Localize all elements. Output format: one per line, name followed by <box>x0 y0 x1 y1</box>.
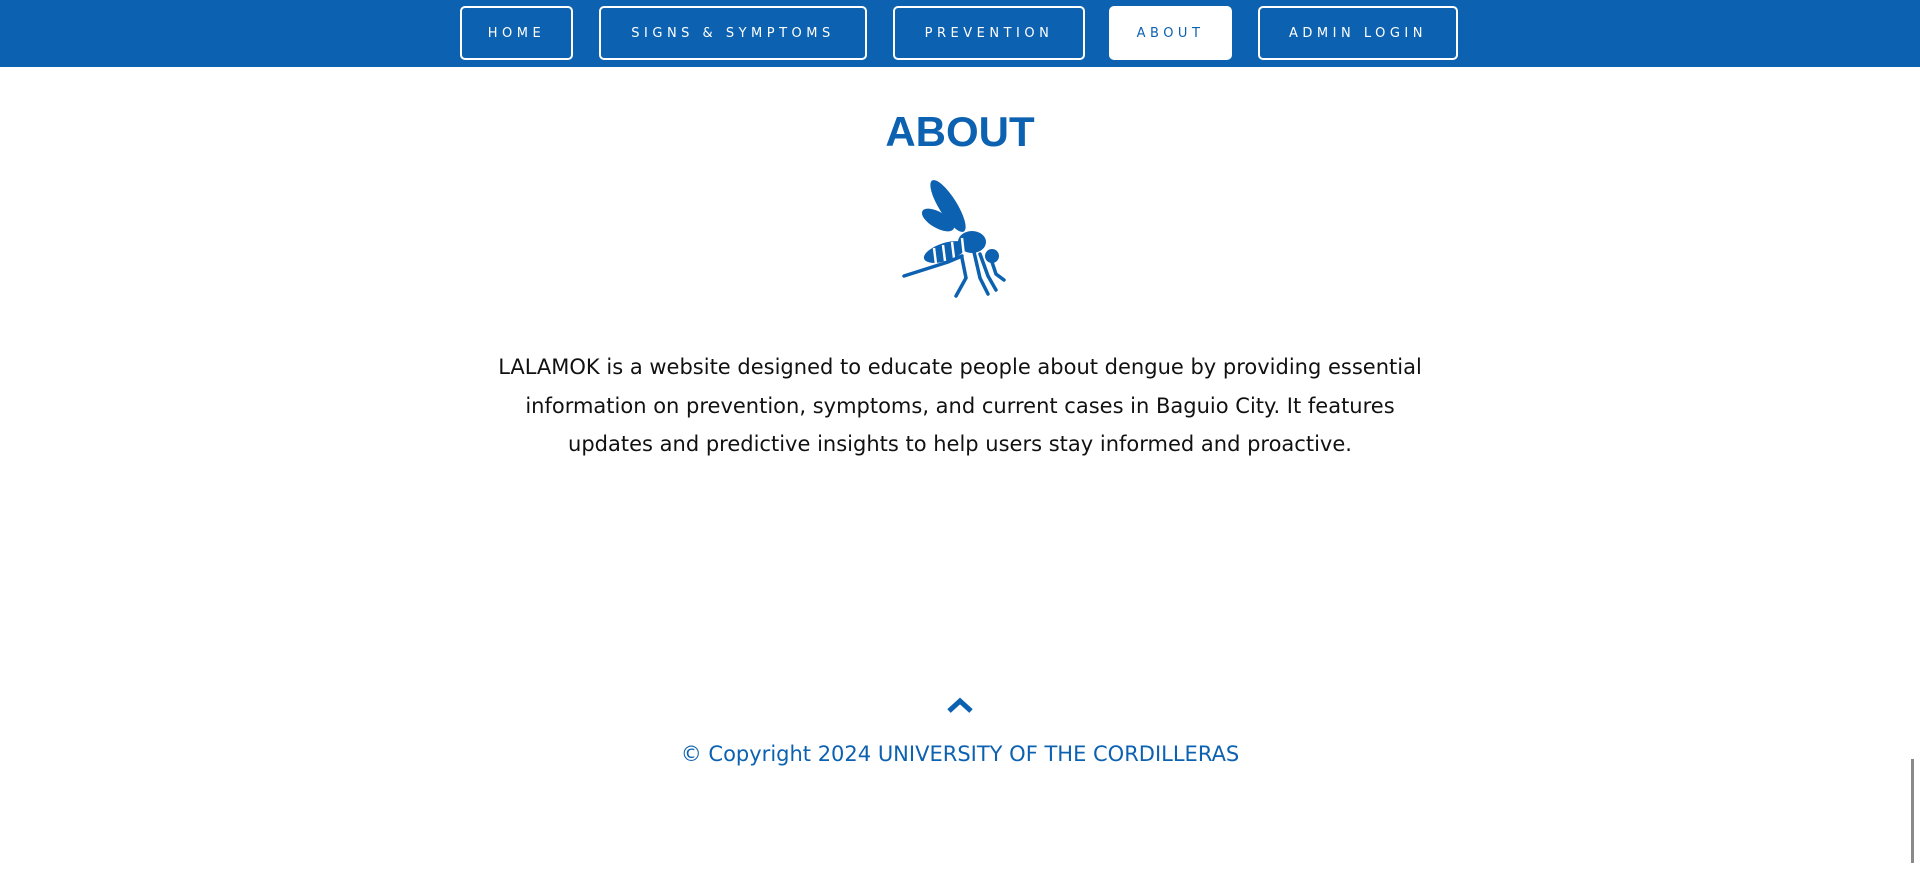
nav-home[interactable]: HOME <box>460 6 573 60</box>
nav-prevention[interactable]: PREVENTION <box>893 6 1085 60</box>
nav-signs-symptoms[interactable]: SIGNS & SYMPTOMS <box>599 6 867 60</box>
about-description: LALAMOK is a website designed to educate… <box>498 355 1422 456</box>
page-title: ABOUT <box>885 108 1035 155</box>
copyright-text: © Copyright 2024 UNIVERSITY OF THE CORDI… <box>680 742 1240 766</box>
scrollbar-thumb[interactable] <box>1911 759 1914 863</box>
nav-admin-login[interactable]: ADMIN LOGIN <box>1258 6 1458 60</box>
nav-about[interactable]: ABOUT <box>1109 6 1232 60</box>
top-navbar: HOME SIGNS & SYMPTOMS PREVENTION ABOUT A… <box>0 0 1920 67</box>
mosquito-icon <box>902 180 1006 298</box>
chevron-up-icon[interactable] <box>946 696 974 714</box>
